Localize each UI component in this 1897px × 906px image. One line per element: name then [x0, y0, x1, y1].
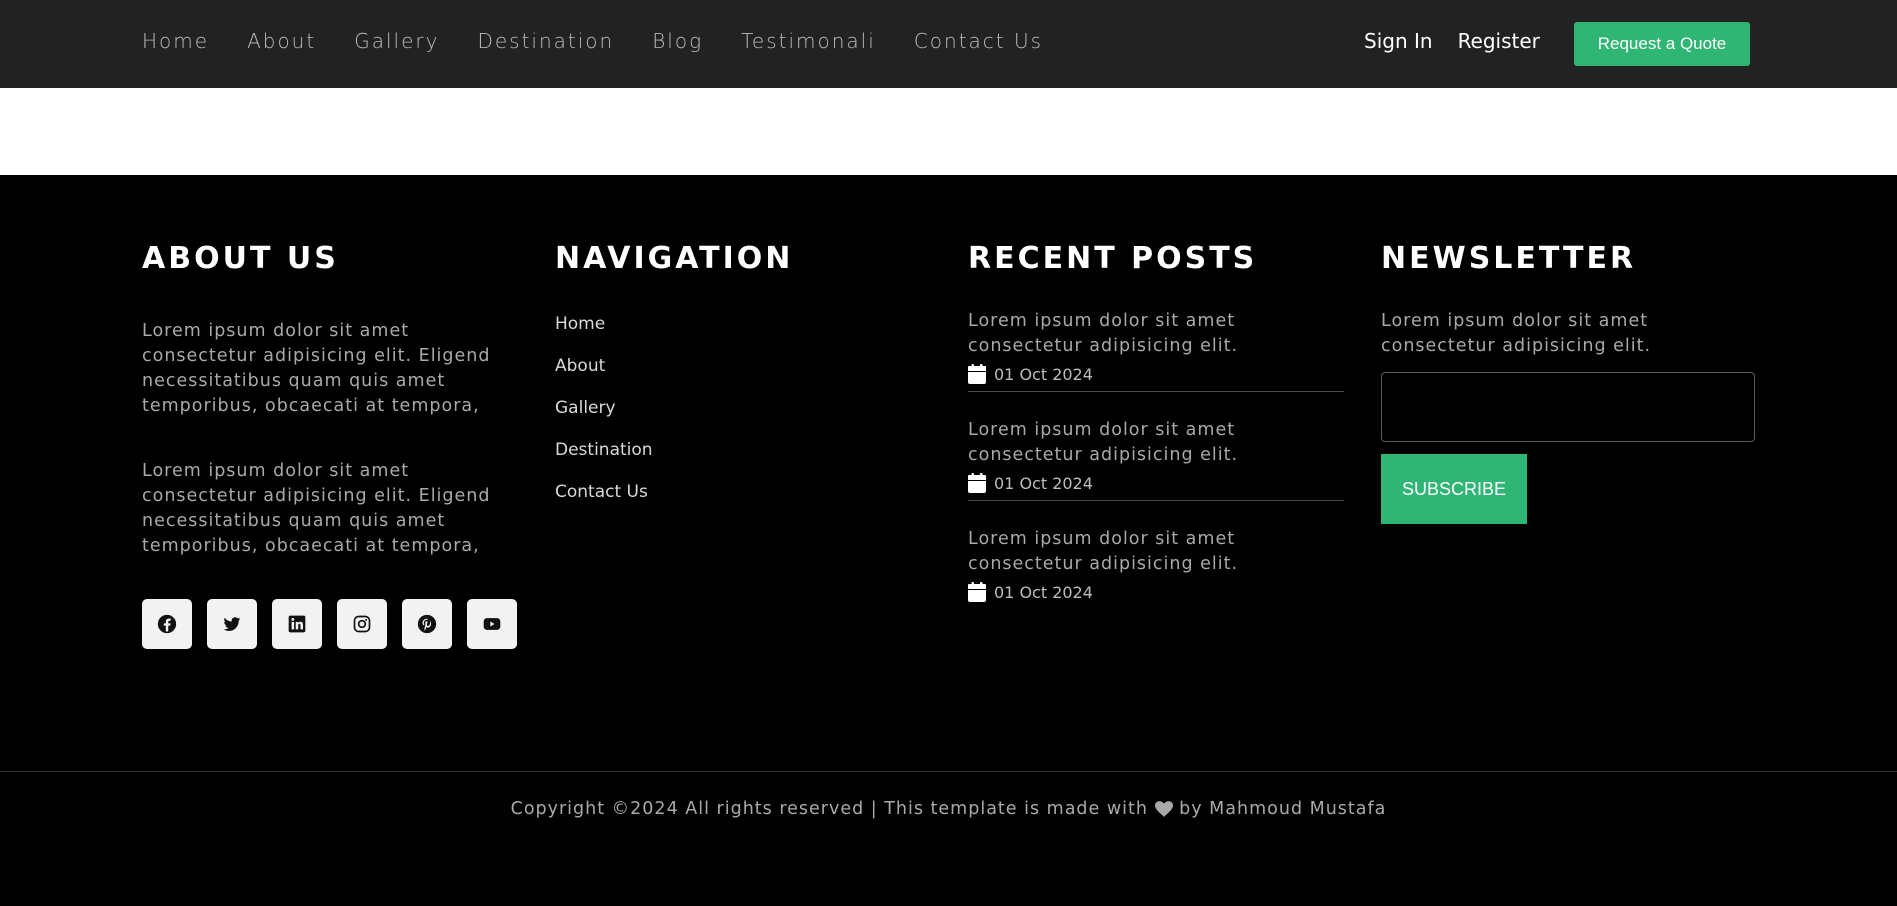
about-paragraph: Lorem ipsum dolor sit amet consectetur a… — [142, 321, 491, 416]
nav-link-contact[interactable]: Contact Us — [914, 29, 1043, 53]
footer-recent-posts-section: RECENT POSTS Lorem ipsum dolor sit amet … — [968, 241, 1344, 603]
social-links — [142, 599, 522, 649]
about-title: ABOUT US — [142, 241, 339, 276]
main-nav: Home About Gallery Destination Blog Test… — [142, 29, 1081, 53]
linkedin-icon[interactable] — [272, 599, 322, 649]
copyright: Copyright ©2024 All rights reserved | Th… — [0, 799, 1897, 819]
post-date: 01 Oct 2024 — [968, 581, 1344, 603]
nav-link-about[interactable]: About — [247, 29, 316, 53]
sign-in-link[interactable]: Sign In — [1364, 29, 1433, 53]
footer-nav-contact[interactable]: Contact Us — [555, 482, 793, 503]
youtube-icon[interactable] — [467, 599, 517, 649]
post-divider — [968, 500, 1344, 501]
auth-links: Sign In Register — [1364, 29, 1540, 53]
subscribe-button[interactable]: SUBSCRIBE — [1381, 454, 1527, 524]
about-paragraph: Lorem ipsum dolor sit amet consectetur a… — [142, 461, 491, 556]
post-date-text: 01 Oct 2024 — [994, 582, 1093, 602]
top-navbar: Home About Gallery Destination Blog Test… — [0, 0, 1897, 88]
nav-link-blog[interactable]: Blog — [652, 29, 703, 53]
recent-post-item[interactable]: Lorem ipsum dolor sit amet consectetur a… — [968, 418, 1344, 501]
footer-nav-about[interactable]: About — [555, 356, 793, 377]
request-quote-button[interactable]: Request a Quote — [1574, 22, 1750, 66]
navigation-title: NAVIGATION — [555, 241, 794, 276]
post-date-text: 01 Oct 2024 — [994, 473, 1093, 493]
recent-posts-title: RECENT POSTS — [968, 241, 1258, 276]
recent-post-item[interactable]: Lorem ipsum dolor sit amet consectetur a… — [968, 309, 1344, 392]
footer-navigation-section: NAVIGATION Home About Gallery Destinatio… — [555, 241, 793, 524]
post-divider — [968, 391, 1344, 392]
recent-post-item[interactable]: Lorem ipsum dolor sit amet consectetur a… — [968, 527, 1344, 603]
register-link[interactable]: Register — [1458, 29, 1540, 53]
calendar-icon — [968, 582, 986, 602]
footer-nav-home[interactable]: Home — [555, 314, 793, 335]
twitter-icon[interactable] — [207, 599, 257, 649]
facebook-icon[interactable] — [142, 599, 192, 649]
nav-link-testimonials[interactable]: Testimonali — [741, 29, 876, 53]
post-date: 01 Oct 2024 — [968, 363, 1344, 385]
calendar-icon — [968, 364, 986, 384]
footer-nav-destination[interactable]: Destination — [555, 440, 793, 461]
footer-nav-list: Home About Gallery Destination Contact U… — [555, 314, 793, 503]
instagram-icon[interactable] — [337, 599, 387, 649]
post-text[interactable]: Lorem ipsum dolor sit amet consectetur a… — [968, 309, 1344, 359]
newsletter-email-input[interactable] — [1381, 372, 1755, 442]
calendar-icon — [968, 473, 986, 493]
post-text[interactable]: Lorem ipsum dolor sit amet consectetur a… — [968, 527, 1344, 577]
footer: ABOUT US Lorem ipsum dolor sit amet cons… — [0, 175, 1897, 906]
footer-newsletter-section: NEWSLETTER Lorem ipsum dolor sit amet co… — [1381, 241, 1757, 524]
newsletter-text: Lorem ipsum dolor sit amet consectetur a… — [1381, 311, 1652, 356]
footer-about-section: ABOUT US Lorem ipsum dolor sit amet cons… — [142, 241, 522, 649]
copyright-author: by Mahmoud Mustafa — [1179, 799, 1387, 819]
post-date: 01 Oct 2024 — [968, 472, 1344, 494]
nav-link-destination[interactable]: Destination — [477, 29, 614, 53]
newsletter-title: NEWSLETTER — [1381, 241, 1637, 276]
footer-divider — [0, 771, 1897, 772]
pinterest-icon[interactable] — [402, 599, 452, 649]
copyright-text: Copyright ©2024 All rights reserved | Th… — [510, 799, 1148, 819]
post-text[interactable]: Lorem ipsum dolor sit amet consectetur a… — [968, 418, 1344, 468]
nav-link-home[interactable]: Home — [142, 29, 209, 53]
nav-link-gallery[interactable]: Gallery — [354, 29, 439, 53]
heart-icon — [1154, 801, 1173, 817]
page-content-area — [0, 88, 1897, 175]
post-date-text: 01 Oct 2024 — [994, 364, 1093, 384]
footer-nav-gallery[interactable]: Gallery — [555, 398, 793, 419]
